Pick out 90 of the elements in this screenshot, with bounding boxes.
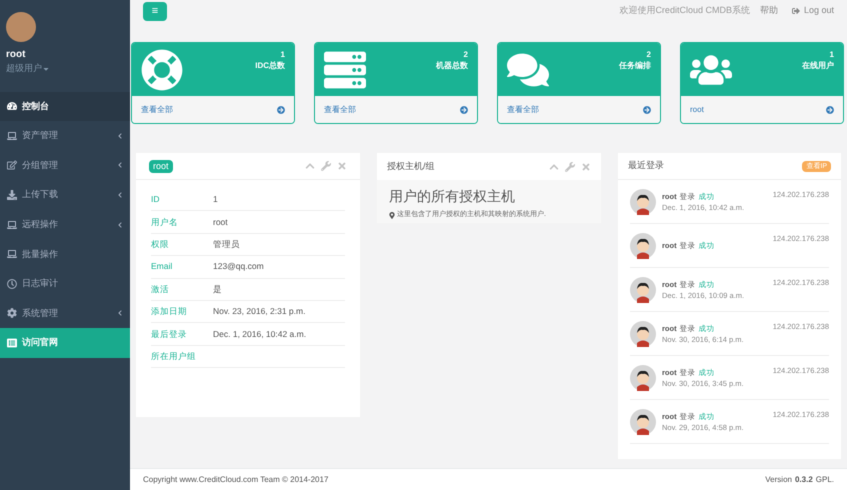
view-all-link[interactable]: 查看全部: [132, 96, 294, 123]
avatar-icon: [630, 188, 656, 214]
view-all-link[interactable]: 查看全部: [315, 96, 477, 123]
wrench-icon[interactable]: [565, 162, 575, 172]
laptop-icon: [7, 130, 17, 141]
sidebar-label: 控制台: [22, 100, 50, 113]
map-pin-icon: [389, 212, 395, 219]
sidebar-item[interactable]: 资产管理: [0, 121, 130, 151]
chevron-icon: [117, 310, 123, 316]
collapse-icon[interactable]: [305, 161, 315, 171]
sidebar-item[interactable]: 批量操作: [0, 239, 130, 270]
avatar-icon: [630, 408, 656, 434]
close-icon[interactable]: [337, 161, 347, 171]
field-label: Email: [151, 260, 174, 274]
laptop-icon: [7, 220, 17, 230]
list-icon: [7, 338, 17, 348]
panel-title: 授权主机/组: [387, 160, 435, 173]
sidebar-item[interactable]: 上传下载: [0, 180, 130, 210]
chevron-icon: [117, 222, 123, 228]
version-number: 0.3.2: [794, 474, 813, 486]
profile-role-dropdown[interactable]: 超级用户: [6, 62, 50, 76]
settings-icon: [7, 308, 17, 318]
collapse-icon[interactable]: [549, 162, 559, 172]
copyright-text: Copyright www.CreditCloud.com Team © 2014-2017: [143, 474, 328, 486]
view-all-link[interactable]: 查看全部: [498, 96, 660, 123]
logout-link[interactable]: Log out: [792, 4, 834, 18]
sidebar-item[interactable]: 分组管理: [0, 150, 130, 180]
stat-count: 2: [646, 49, 651, 60]
license-text: GPL.: [816, 474, 834, 486]
sidebar-label: 批量操作: [22, 248, 59, 261]
field-value: 是: [213, 282, 222, 296]
field-value: 1: [213, 193, 218, 206]
sidebar-item[interactable]: 系统管理: [0, 298, 130, 328]
stat-count: 1: [830, 49, 834, 60]
chevron-icon: [117, 162, 123, 168]
view-all-link[interactable]: root: [681, 96, 843, 123]
stat-label: 在线用户: [802, 60, 834, 71]
avatar-icon: [630, 232, 656, 258]
avatar-icon: [630, 364, 656, 390]
download-icon: [7, 190, 17, 200]
field-label: 最后登录: [151, 328, 188, 340]
stat-count: 1: [280, 49, 285, 60]
avatar-photo-placeholder: [6, 12, 36, 42]
sidebar-label: 远程操作: [22, 218, 59, 231]
field-label: 权限: [151, 238, 170, 251]
edit-icon: [7, 160, 17, 170]
logout-icon: [792, 7, 800, 15]
version-label: Version: [765, 474, 792, 486]
profile-name: root: [6, 48, 26, 62]
close-icon[interactable]: [581, 162, 591, 172]
help-link[interactable]: 帮助: [760, 4, 778, 18]
chevron-icon: [117, 132, 123, 139]
field-label: ID: [151, 193, 160, 206]
chevron-icon: [117, 192, 123, 198]
stat-label: 任务编排: [619, 60, 651, 71]
menu-button[interactable]: ≡: [143, 2, 167, 20]
laptop-icon: [7, 249, 17, 260]
avatar-icon: [630, 320, 656, 346]
welcome-text: 欢迎使用CreditCloud CMDB系统: [619, 4, 750, 18]
sidebar-label: 资产管理: [22, 129, 59, 142]
dashboard-icon: [7, 101, 17, 112]
user-badge: root: [149, 160, 173, 172]
sidebar-label: 上传下载: [22, 188, 59, 202]
field-label: 添加日期: [151, 305, 188, 318]
field-value: Dec. 1, 2016, 10:42 a.m.: [213, 328, 306, 340]
panel-title: 最近登录: [628, 159, 664, 172]
server-stack-icon: [324, 49, 366, 91]
sidebar-item[interactable]: 控制台: [0, 92, 130, 122]
sidebar-item[interactable]: 远程操作: [0, 210, 130, 240]
lifebuoy-icon: [141, 49, 183, 91]
wrench-icon[interactable]: [321, 161, 331, 171]
clock-icon: [7, 278, 17, 289]
sidebar-label: 系统管理: [22, 306, 59, 320]
field-value: 123@qq.com: [213, 260, 264, 274]
stat-count: 2: [464, 49, 468, 60]
field-value: root: [213, 216, 228, 228]
field-value: 管理员: [213, 238, 240, 251]
stat-label: 机器总数: [436, 60, 468, 71]
stat-label: IDC总数: [255, 60, 285, 71]
field-value: Nov. 23, 2016, 2:31 p.m.: [213, 305, 306, 318]
sidebar-label: 分组管理: [22, 158, 59, 172]
sidebar-label: 日志审计: [22, 277, 59, 290]
avatar-icon: [630, 276, 656, 302]
field-label: 激活: [151, 282, 170, 296]
sidebar-item[interactable]: 访问官网: [0, 328, 130, 358]
field-label: 所在用户组: [151, 350, 197, 363]
hosts-heading: 用户的所有授权主机: [388, 187, 516, 206]
sidebar-label: 访问官网: [22, 336, 59, 350]
sidebar-item[interactable]: 日志审计: [0, 269, 130, 299]
field-label: 用户名: [151, 216, 179, 228]
